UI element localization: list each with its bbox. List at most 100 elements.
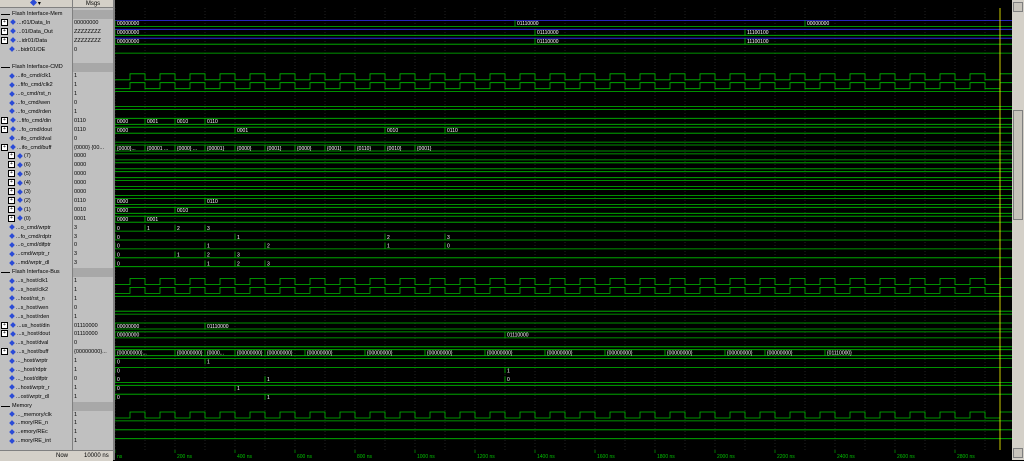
signal-row[interactable]: ...fo_cmd/rden (0, 108, 72, 117)
signal-value: 1 (74, 278, 78, 284)
time-tick-label: 800 ns (357, 454, 373, 460)
signal-value: 01110000 (74, 331, 98, 338)
bus-value-label: 0000 (117, 128, 128, 134)
bus-value-label: 00000000 (117, 333, 139, 339)
signal-row[interactable]: ...s_host/dval (0, 339, 72, 348)
expand-icon[interactable]: + (8, 179, 15, 187)
signal-name: ...ost/wrptr_dl (16, 393, 50, 400)
signal-value: 1 (74, 82, 78, 89)
expand-icon[interactable]: + (8, 188, 15, 196)
signal-row[interactable]: ..._host/rdptr (0, 366, 72, 375)
signal-row[interactable]: + (5) (0, 170, 72, 179)
names-header-chevron-icon: ▾ (37, 1, 41, 7)
signal-row[interactable]: ..._memory/clk (0, 411, 72, 420)
expand-icon[interactable]: + (1, 18, 8, 26)
signal-name: ...fifo_cmd/clk2 (16, 82, 53, 89)
scroll-up-button[interactable] (1013, 2, 1023, 12)
signal-row[interactable]: + (4) (0, 179, 72, 188)
waveform-pane[interactable]: 00000000 01110000 0000000000000000 01110000… (115, 0, 1012, 460)
expand-icon[interactable]: + (8, 152, 15, 160)
signal-row[interactable]: ...fo_cmd/rdptr (0, 233, 72, 242)
signal-row[interactable]: ...fifo_cmd/clk2 (0, 81, 72, 90)
signal-icon (9, 393, 15, 400)
signal-row[interactable]: ...mory/RE_n (0, 419, 72, 428)
expand-icon[interactable]: + (1, 330, 8, 338)
signal-row[interactable]: + ...us_host/din (0, 321, 72, 331)
expand-icon[interactable]: + (8, 214, 15, 222)
signal-row[interactable]: ...o_cmd/wrptr (0, 224, 72, 233)
signal-icon (9, 135, 15, 141)
signal-row[interactable]: ...ost/wrptr_dl (0, 393, 72, 402)
expand-icon[interactable]: + (1, 348, 8, 356)
group-header[interactable]: Flash Interface-CMD (0, 63, 72, 72)
bus-value-label: {00000000} (767, 351, 793, 357)
bus-value-label: 11100100 (747, 39, 769, 45)
signal-names-pane[interactable]: ▾ Flash Interface-Mem Flash Interface-CMD… (0, 0, 73, 460)
signal-row[interactable]: ...s_host/clk1 (0, 277, 72, 286)
bus-value-label: {01110000} (827, 351, 852, 357)
signal-values-pane[interactable]: Msgs 00000000 ZZZZZZZZ ZZZZZZZZ 0 1 1 1 0 1 0110 0… (73, 0, 115, 460)
signal-name: ...cmd/wrptr_r (16, 251, 50, 258)
bus-value-label: 0110 (447, 128, 458, 134)
expand-icon[interactable]: + (1, 116, 8, 124)
signal-row[interactable]: + ...idr01/Data (0, 36, 72, 46)
signal-row[interactable]: + (3) (0, 188, 72, 197)
signal-row[interactable]: ...ifo_cmd/clk1 (0, 72, 72, 81)
signal-row[interactable]: + (7) (0, 152, 72, 161)
signal-row[interactable]: ...s_host/rden (0, 313, 72, 322)
expand-icon[interactable]: + (8, 170, 15, 178)
expand-icon[interactable]: + (8, 196, 15, 204)
signal-row[interactable]: ...host/rst_n (0, 295, 72, 304)
signal-name: ...s_host/wen (16, 304, 49, 311)
expand-icon[interactable]: + (8, 205, 15, 213)
expand-icon[interactable]: + (1, 36, 8, 44)
signal-row[interactable]: + ...r01/Data_In (0, 18, 72, 28)
signal-row[interactable]: + (2) (0, 196, 72, 206)
signal-row[interactable]: ..._host/difptr (0, 375, 72, 384)
signal-value: 0000 (74, 180, 87, 187)
expand-icon[interactable]: + (1, 321, 8, 329)
bus-value-label: 0 (117, 235, 120, 241)
signal-row[interactable]: + ...fifo_cmd/din (0, 116, 72, 126)
scroll-thumb[interactable] (1013, 110, 1023, 220)
signal-row[interactable]: + (6) (0, 161, 72, 170)
signal-row[interactable]: + ...s_host/buff (0, 348, 72, 357)
signal-name: ...bidr01/OE (16, 46, 46, 53)
signal-row[interactable]: ...bidr01/OE (0, 46, 72, 55)
signal-row[interactable]: ...host/wrptr_r (0, 384, 72, 393)
expand-icon[interactable]: + (1, 125, 8, 133)
time-tick-label: 1800 ns (657, 454, 675, 460)
signal-row[interactable]: + ...ifo_cmd/buff (0, 143, 72, 153)
bus-value-label: 00000000 (117, 21, 139, 27)
signal-row[interactable]: ...mory/RE_int (0, 437, 72, 446)
signal-row[interactable]: + ...01/Data_Out (0, 27, 72, 37)
vertical-scrollbar[interactable] (1012, 0, 1024, 460)
group-header[interactable]: Flash Interface-Bus (0, 268, 72, 277)
scroll-down-button[interactable] (1013, 448, 1023, 458)
signal-row[interactable]: ...md/wrptr_dl (0, 259, 72, 268)
signal-row[interactable]: ...s_host/clk2 (0, 286, 72, 295)
signal-row[interactable]: ..._host/wrptr (0, 357, 72, 366)
signal-row[interactable]: ...o_cmd/difptr (0, 241, 72, 250)
signal-row[interactable]: ...cmd/wrptr_r (0, 250, 72, 259)
group-header[interactable]: Flash Interface-Mem (0, 10, 72, 19)
signal-row[interactable]: + (1) (0, 205, 72, 215)
expand-icon[interactable]: + (1, 143, 8, 151)
signal-row[interactable]: ...fo_cmd/wen (0, 99, 72, 108)
expand-icon[interactable]: + (1, 27, 8, 35)
expand-icon[interactable]: + (8, 161, 15, 169)
signal-row[interactable]: + (0) (0, 214, 72, 224)
signal-row[interactable]: + ...fo_cmd/dout (0, 125, 72, 135)
bus-value-label: 3 (267, 262, 270, 268)
signal-name: ...s_host/dout (17, 331, 51, 338)
bus-value-label: 0 (507, 377, 510, 383)
signal-row[interactable]: ...s_host/wen (0, 304, 72, 313)
bus-value-label: 0 (117, 253, 120, 259)
signal-name: ...mory/RE_n (16, 420, 49, 427)
signal-row[interactable]: ...emory/REc (0, 428, 72, 437)
group-header[interactable]: Memory (0, 402, 72, 411)
names-header[interactable]: ▾ (0, 0, 72, 8)
signal-row[interactable]: ...ifo_cmd/dval (0, 135, 72, 144)
signal-row[interactable]: + ...s_host/dout (0, 330, 72, 339)
signal-row[interactable]: ...o_cmd/rst_n (0, 90, 72, 99)
